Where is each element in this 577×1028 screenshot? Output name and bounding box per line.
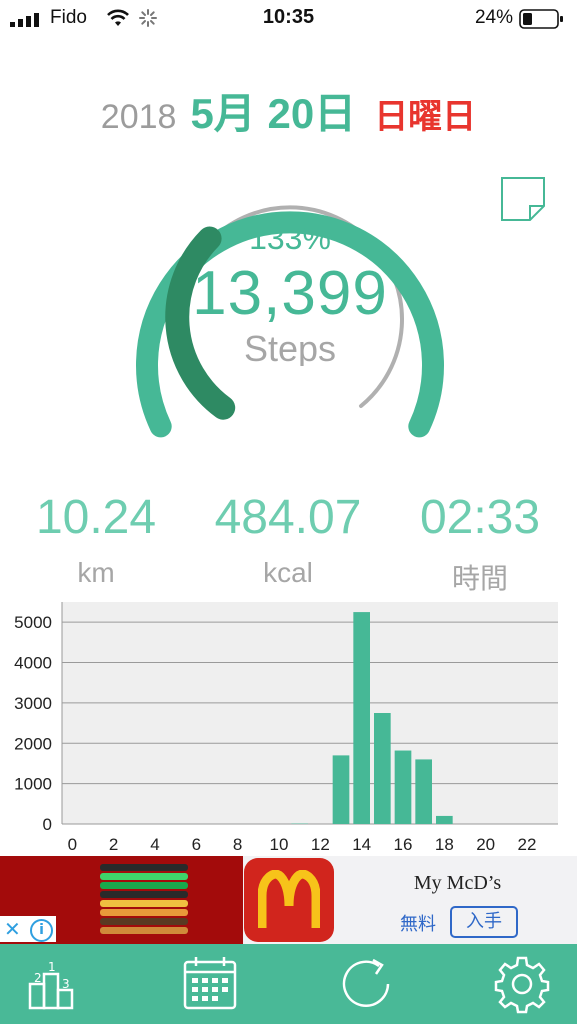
y-tick-label: 2000 <box>14 734 52 753</box>
ad-price-label: 無料 <box>400 910 436 936</box>
calories-value: 484.07 <box>192 490 384 545</box>
plot-area <box>62 602 558 824</box>
duration-unit: 時間 <box>384 557 576 597</box>
battery-percent: 24% <box>475 7 513 29</box>
goal-percent: 133% <box>140 220 440 257</box>
info-icon[interactable]: i <box>30 919 53 942</box>
duration-value: 02:33 <box>384 490 576 545</box>
tab-settings[interactable] <box>482 944 562 1024</box>
svg-text:3: 3 <box>62 977 70 991</box>
ranking-icon: 2 1 3 <box>14 944 94 1024</box>
close-icon[interactable]: ✕ <box>4 917 21 941</box>
x-tick-label: 2 <box>109 835 118 854</box>
ad-install-button[interactable]: 入手 <box>450 906 518 938</box>
distance-value: 10.24 <box>0 490 192 545</box>
x-tick-label: 20 <box>476 835 495 854</box>
note-icon[interactable] <box>500 176 546 222</box>
svg-text:2: 2 <box>34 971 42 985</box>
y-tick-label: 4000 <box>14 654 52 673</box>
svg-text:1: 1 <box>48 960 56 974</box>
x-tick-label: 18 <box>435 835 454 854</box>
distance-unit: km <box>0 557 192 589</box>
y-tick-label: 3000 <box>14 694 52 713</box>
ad-phone-stack-image <box>96 862 192 942</box>
ad-banner[interactable]: My McD’s 無料 入手 ✕ i <box>0 856 577 944</box>
y-tick-label: 0 <box>43 815 52 834</box>
x-tick-label: 4 <box>150 835 159 854</box>
y-tick-label: 5000 <box>14 613 52 632</box>
mcdonalds-logo-icon <box>258 870 320 930</box>
year-label: 2018 <box>101 98 177 137</box>
hourly-steps-chart: 0 1000 2000 3000 4000 5000 0 2 4 6 8 10 12 14 16 18 20 22 <box>0 596 577 856</box>
x-tick-label: 0 <box>68 835 77 854</box>
bar <box>395 751 412 824</box>
status-bar: Fido 10:35 24% <box>0 0 577 40</box>
calories-unit: kcal <box>192 557 384 589</box>
tab-refresh[interactable] <box>326 944 406 1024</box>
weekday-label: 日曜日 <box>374 89 476 138</box>
distance-stat: 10.24 km <box>0 490 192 589</box>
steps-label: Steps <box>140 328 440 366</box>
refresh-icon <box>326 944 406 1024</box>
x-tick-label: 14 <box>352 835 371 854</box>
ad-choices[interactable]: ✕ i <box>0 916 56 942</box>
tab-bar: 2 1 3 <box>0 944 577 1024</box>
bar <box>415 759 432 824</box>
bar <box>353 612 370 824</box>
x-tick-label: 22 <box>518 835 537 854</box>
tab-ranking[interactable]: 2 1 3 <box>14 944 94 1024</box>
date-header[interactable]: 2018 5月 20日日曜日 <box>0 80 577 141</box>
bar <box>436 816 453 824</box>
x-tick-label: 6 <box>192 835 201 854</box>
calendar-icon <box>170 944 250 1024</box>
y-tick-label: 1000 <box>14 775 52 794</box>
ad-app-icon[interactable] <box>244 858 334 942</box>
battery-icon <box>519 9 565 29</box>
gear-icon <box>482 944 562 1024</box>
bar <box>374 713 391 824</box>
x-tick-label: 16 <box>394 835 413 854</box>
ad-title: My McD’s <box>338 872 577 895</box>
tab-calendar[interactable] <box>170 944 250 1024</box>
x-tick-label: 12 <box>311 835 330 854</box>
x-tick-label: 10 <box>270 835 289 854</box>
step-count: 13,399 <box>140 258 440 329</box>
x-tick-label: 8 <box>233 835 242 854</box>
calories-stat: 484.07 kcal <box>192 490 384 589</box>
duration-stat: 02:33 時間 <box>384 490 576 597</box>
bar <box>333 755 350 824</box>
month-day-label: 5月 20日 <box>190 80 356 141</box>
